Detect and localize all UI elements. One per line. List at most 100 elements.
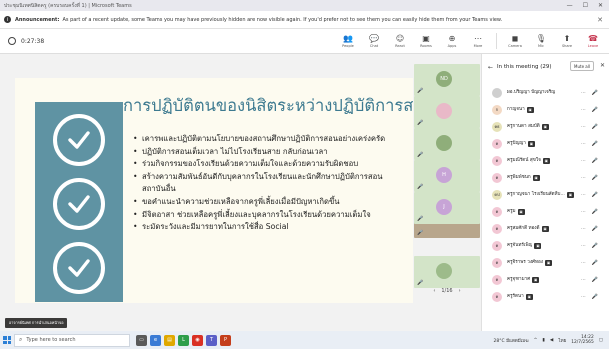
- window-controls: — ☐ ✕: [567, 2, 609, 9]
- line-icon[interactable]: L: [178, 334, 189, 346]
- participant-avatar: [436, 263, 452, 279]
- mic-label: Mic: [538, 44, 544, 48]
- more-button[interactable]: ⋯ More: [466, 30, 490, 52]
- participant-tile[interactable]: H 🎤: [414, 160, 480, 192]
- panel-close-icon[interactable]: ✕: [600, 62, 605, 69]
- participant-row[interactable]: ค ครูปัญญา ▣ ⋯ 🎤: [482, 135, 609, 152]
- participant-avatar: J: [436, 199, 452, 215]
- participant-tile[interactable]: J 🎤: [414, 192, 480, 224]
- participant-name: ครูสมศักดิ์ ทองดี: [507, 226, 540, 231]
- participant-row[interactable]: ค ครูสมศักดิ์ ทองดี ▣ ⋯ 🎤: [482, 220, 609, 237]
- more-options-icon[interactable]: ⋯: [581, 124, 586, 130]
- mic-muted-icon: 🎤: [417, 120, 424, 126]
- prev-page-icon[interactable]: ‹: [433, 288, 435, 294]
- title-bar: ประชุมนิเทศนิสิตครู (ครบรอบครั้งที่ 1) |…: [0, 0, 609, 11]
- more-options-icon[interactable]: ⋯: [581, 277, 586, 283]
- participant-row[interactable]: ก กาญจนา ▣ ⋯ 🎤: [482, 101, 609, 118]
- react-icon: ☺: [395, 34, 405, 43]
- weather-text[interactable]: 28°C มีแดดมีเมฆ: [494, 337, 529, 344]
- more-options-icon[interactable]: ⋯: [581, 192, 586, 198]
- tray-chevron-icon[interactable]: ^: [534, 338, 538, 343]
- windows-taskbar: ⌕ Type here to search ▭ e ▤ L ◉ T P 28°C…: [0, 331, 609, 349]
- more-options-icon[interactable]: ⋯: [581, 260, 586, 266]
- participant-row[interactable]: ค ครูม ▣ ⋯ 🎤: [482, 203, 609, 220]
- more-options-icon[interactable]: ⋯: [581, 158, 586, 164]
- participant-tile[interactable]: ND 🎤: [414, 64, 480, 96]
- more-options-icon[interactable]: ⋯: [581, 175, 586, 181]
- system-tray: 28°C มีแดดมีเมฆ ^ ▮ ◀ ไทย 14:22 12/7/256…: [494, 335, 609, 345]
- language-indicator[interactable]: ไทย: [558, 337, 566, 344]
- react-button[interactable]: ☺ React: [388, 30, 412, 52]
- participant-name: ครูจุฑามาศ: [507, 277, 531, 282]
- task-view-icon[interactable]: ▭: [136, 334, 147, 346]
- participant-tile[interactable]: 🎤: [414, 256, 480, 288]
- next-page-icon[interactable]: ›: [459, 288, 461, 294]
- participant-row[interactable]: ค ครูมณีรัตน์ สุขใจ ▣ ⋯ 🎤: [482, 152, 609, 169]
- announcement-close-icon[interactable]: ✕: [597, 16, 603, 24]
- camera-off-badge-icon: ▣: [532, 276, 540, 283]
- participant-tile[interactable]: 🎤: [414, 96, 480, 128]
- rooms-label: Rooms: [420, 44, 432, 48]
- volume-icon[interactable]: ◀: [550, 338, 553, 343]
- more-options-icon[interactable]: ⋯: [581, 107, 586, 113]
- share-button[interactable]: ⬆ Share: [555, 30, 579, 52]
- participant-avatar: ค: [492, 206, 502, 217]
- camera-off-badge-icon: ▣: [541, 123, 549, 130]
- file-explorer-icon[interactable]: ▤: [164, 334, 175, 346]
- more-options-icon[interactable]: ⋯: [581, 226, 586, 232]
- more-options-icon[interactable]: ⋯: [581, 243, 586, 249]
- back-arrow-icon[interactable]: ←: [488, 64, 493, 71]
- minimize-button[interactable]: —: [567, 2, 573, 9]
- chat-icon: 💬: [369, 34, 379, 43]
- maximize-button[interactable]: ☐: [583, 2, 588, 9]
- mute-all-button[interactable]: Mute all: [570, 61, 594, 71]
- start-button[interactable]: [0, 331, 14, 349]
- slide-bullet: เคารพและปฏิบัติตามนโยบายของสถานศึกษาปฏิบ…: [133, 133, 413, 146]
- more-options-icon[interactable]: ⋯: [581, 90, 586, 96]
- leave-icon: ☎: [588, 34, 598, 43]
- camera-button[interactable]: ◼ Camera: [503, 30, 527, 52]
- participant-name: ครูรัตนา: [507, 294, 524, 299]
- participant-row[interactable]: ค ครูจุฑามาศ ▣ ⋯ 🎤: [482, 271, 609, 288]
- timer-text: 0:27:38: [21, 37, 45, 45]
- chrome-icon[interactable]: ◉: [192, 334, 203, 346]
- participant-avatar: คป: [492, 189, 502, 200]
- participant-avatar: คธ: [492, 121, 502, 132]
- more-options-icon[interactable]: ⋯: [581, 294, 586, 300]
- participant-row[interactable]: ค ครูจิราพร วงศ์ทอง ▣ ⋯ 🎤: [482, 254, 609, 271]
- participant-row[interactable]: ค ครูพิมพ์ชนก ▣ ⋯ 🎤: [482, 169, 609, 186]
- taskbar-search[interactable]: ⌕ Type here to search: [14, 333, 130, 347]
- window-close-button[interactable]: ✕: [598, 2, 603, 9]
- camera-icon: ◼: [511, 34, 519, 43]
- participant-avatar: [492, 87, 502, 98]
- notification-icon[interactable]: ▢: [599, 338, 603, 343]
- participant-name: ครูจิราพร วงศ์ทอง: [507, 260, 544, 265]
- camera-off-badge-icon: ▣: [566, 191, 574, 198]
- chat-button[interactable]: 💬 Chat: [362, 30, 386, 52]
- powerpoint-icon[interactable]: P: [220, 334, 231, 346]
- clock[interactable]: 14:22 12/7/2565: [571, 335, 594, 345]
- participant-video-strip: 🎤 🎤 J 🎤 H 🎤 🎤 🎤 ND 🎤 ‹ 1/16 ›: [414, 64, 480, 330]
- more-options-icon[interactable]: ⋯: [581, 209, 586, 215]
- leave-button[interactable]: ☎ Leave: [581, 30, 605, 52]
- edge-icon[interactable]: e: [150, 334, 161, 346]
- more-options-icon[interactable]: ⋯: [581, 141, 586, 147]
- window-title: ประชุมนิเทศนิสิตครู (ครบรอบครั้งที่ 1) |…: [4, 2, 132, 9]
- participant-row[interactable]: ค ครูจันทร์เพ็ญ ▣ ⋯ 🎤: [482, 237, 609, 254]
- teams-icon[interactable]: T: [206, 334, 217, 346]
- participant-row[interactable]: ผอ.ปริญญา ปัญญาเจริญ ⋯ 🎤: [482, 84, 609, 101]
- camera-off-badge-icon: ▣: [525, 293, 533, 300]
- participant-tile[interactable]: 🎤: [414, 128, 480, 160]
- share-label: Share: [561, 44, 573, 48]
- people-button[interactable]: 👥 People: [336, 30, 360, 52]
- camera-off-badge-icon: ▣: [534, 242, 542, 249]
- mic-button[interactable]: 🎙 Mic: [529, 30, 553, 52]
- participant-row[interactable]: คป ครูกาญจนา โรงเรียนสัตหีบ... ▣ ⋯ 🎤: [482, 186, 609, 203]
- participant-row[interactable]: คธ ครูกานดา สมบัติ ▣ ⋯ 🎤: [482, 118, 609, 135]
- apps-button[interactable]: ⊕ Apps: [440, 30, 464, 52]
- camera-off-badge-icon: ▣: [541, 225, 549, 232]
- participant-row[interactable]: ค ครูรัตนา ▣ ⋯ 🎤: [482, 288, 609, 305]
- rooms-button[interactable]: ▣ Rooms: [414, 30, 438, 52]
- network-icon[interactable]: ▮: [542, 338, 544, 343]
- apps-icon: ⊕: [448, 34, 456, 43]
